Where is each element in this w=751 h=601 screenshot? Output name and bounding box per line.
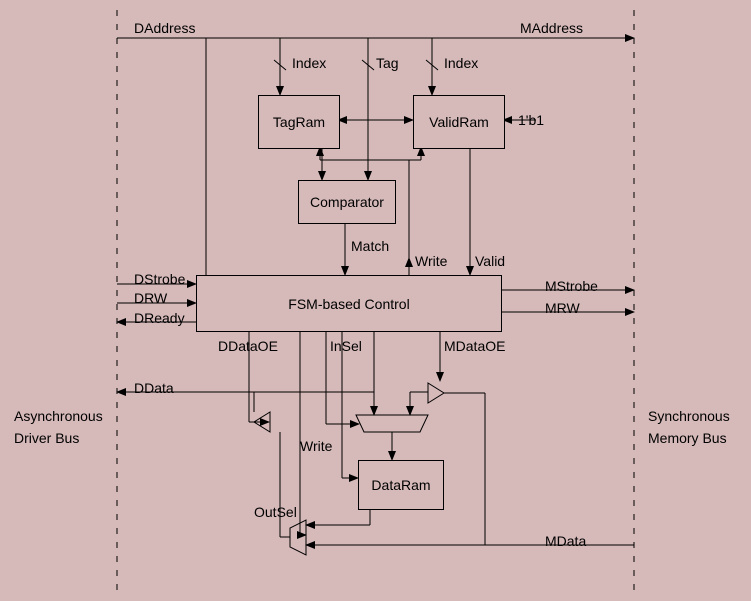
- tagram-label: TagRam: [273, 114, 325, 130]
- sync-label: Synchronous: [648, 408, 730, 424]
- mrw-label: MRW: [545, 300, 580, 316]
- ddata-label: DData: [134, 380, 174, 396]
- mdataoe-label: MDataOE: [444, 338, 505, 354]
- index1-label: Index: [292, 55, 326, 71]
- async-label: Asynchronous: [14, 408, 103, 424]
- driverbus-label: Driver Bus: [14, 430, 79, 446]
- ddataoe-label: DDataOE: [218, 338, 278, 354]
- write1-label: Write: [415, 253, 447, 269]
- match-label: Match: [351, 238, 389, 254]
- dataram-block: DataRam: [358, 460, 444, 510]
- validram-block: ValidRam: [413, 95, 505, 149]
- valid-label: Valid: [475, 253, 505, 269]
- fsm-block: FSM-based Control: [196, 275, 502, 332]
- fsm-label: FSM-based Control: [288, 296, 409, 312]
- comparator-block: Comparator: [298, 180, 396, 224]
- tagram-block: TagRam: [258, 95, 340, 149]
- index2-label: Index: [444, 55, 478, 71]
- drw-label: DRW: [134, 290, 167, 306]
- validram-label: ValidRam: [429, 114, 489, 130]
- daddress-label: DAddress: [134, 20, 195, 36]
- tag-label: Tag: [376, 55, 399, 71]
- write2-label: Write: [300, 438, 332, 454]
- outsel-label: OutSel: [254, 504, 297, 520]
- mstrobe-label: MStrobe: [545, 278, 598, 294]
- dstrobe-label: DStrobe: [134, 271, 185, 287]
- membus-label: Memory Bus: [648, 430, 727, 446]
- dataram-label: DataRam: [371, 477, 430, 493]
- diagram-canvas: TagRam ValidRam Comparator FSM-based Con…: [0, 0, 751, 601]
- dready-label: DReady: [134, 310, 185, 326]
- maddress-label: MAddress: [520, 20, 583, 36]
- insel-label: InSel: [330, 338, 362, 354]
- oneb1-label: 1'b1: [518, 112, 544, 128]
- mdata-label: MData: [545, 533, 586, 549]
- comparator-label: Comparator: [310, 194, 384, 210]
